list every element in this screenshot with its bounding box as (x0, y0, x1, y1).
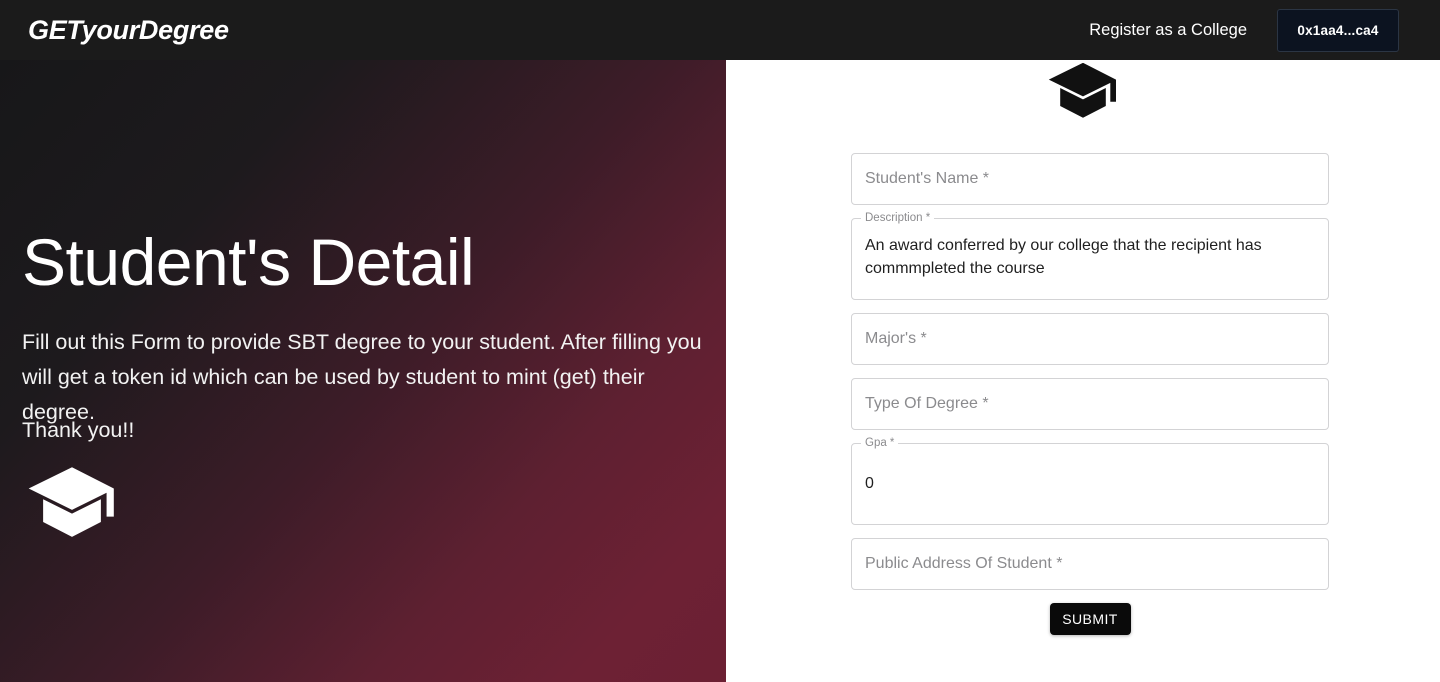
hero-thanks-text: Thank you!! (22, 418, 135, 442)
submit-button[interactable]: SUBMIT (1049, 603, 1131, 635)
graduation-cap-icon (1047, 63, 1119, 125)
student-detail-form: Student's Name * Description * An award … (851, 153, 1329, 635)
field-gpa: Gpa * 0 (851, 436, 1329, 525)
field-public-address-of-student: Public Address Of Student * (851, 538, 1329, 590)
field-description: Description * An award conferred by our … (851, 211, 1329, 300)
field-majors: Major's * (851, 313, 1329, 365)
register-as-college-link[interactable]: Register as a College (1077, 21, 1259, 40)
graduation-cap-icon (24, 465, 120, 541)
type-of-degree-placeholder: Type Of Degree * (865, 395, 989, 412)
students-name-placeholder: Student's Name * (865, 170, 990, 187)
description-value: An award conferred by our college that t… (865, 237, 1262, 277)
public-address-placeholder: Public Address Of Student * (865, 555, 1063, 572)
gpa-value: 0 (865, 474, 874, 492)
gpa-input[interactable]: 0 (851, 443, 1329, 525)
field-students-name: Student's Name * (851, 153, 1329, 205)
students-name-input[interactable]: Student's Name * (851, 153, 1329, 205)
submit-row: SUBMIT (851, 603, 1329, 635)
description-input[interactable]: An award conferred by our college that t… (851, 218, 1329, 300)
gpa-label: Gpa * (861, 436, 899, 450)
form-panel: Student's Name * Description * An award … (726, 60, 1440, 682)
page-title: Student's Detail (22, 225, 475, 299)
public-address-of-student-input[interactable]: Public Address Of Student * (851, 538, 1329, 590)
majors-input[interactable]: Major's * (851, 313, 1329, 365)
type-of-degree-input[interactable]: Type Of Degree * (851, 378, 1329, 430)
top-header: GETyourDegree Register as a College 0x1a… (0, 0, 1440, 60)
header-actions: Register as a College 0x1aa4...ca4 (1077, 0, 1440, 60)
majors-placeholder: Major's * (865, 330, 927, 347)
brand-logo[interactable]: GETyourDegree (28, 15, 229, 46)
hero-panel: Student's Detail Fill out this Form to p… (0, 60, 726, 682)
field-type-of-degree: Type Of Degree * (851, 378, 1329, 430)
description-label: Description * (861, 211, 935, 225)
wallet-address-button[interactable]: 0x1aa4...ca4 (1277, 8, 1399, 52)
